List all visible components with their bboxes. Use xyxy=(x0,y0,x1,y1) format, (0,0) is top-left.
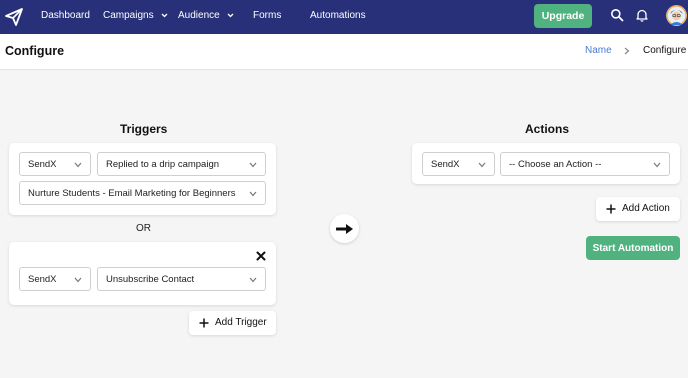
add-trigger-label: Add Trigger xyxy=(215,317,267,328)
nav-forms-label: Forms xyxy=(253,10,282,21)
trigger-app-select[interactable]: SendX xyxy=(19,267,91,291)
top-navbar: Dashboard Campaigns Audience Forms Autom… xyxy=(0,0,688,34)
paper-plane-logo-icon[interactable] xyxy=(4,7,24,27)
start-automation-button[interactable]: Start Automation xyxy=(586,236,680,260)
breadcrumb-name-link[interactable]: Name xyxy=(585,45,612,56)
plus-icon xyxy=(606,204,616,214)
trigger-campaign-value: Nurture Students - Email Marketing for B… xyxy=(28,188,236,199)
action-card: SendX -- Choose an Action -- xyxy=(412,143,680,184)
trigger-card-2: SendX Unsubscribe Contact xyxy=(9,242,276,305)
chevron-down-icon xyxy=(74,162,82,168)
avatar-icon xyxy=(666,5,687,26)
trigger-app-value: SendX xyxy=(28,274,57,285)
actions-title: Actions xyxy=(525,122,570,136)
action-app-select[interactable]: SendX xyxy=(422,152,495,176)
plus-icon xyxy=(199,318,209,328)
nav-dashboard-label: Dashboard xyxy=(41,10,90,21)
add-trigger-button[interactable]: Add Trigger xyxy=(189,311,276,335)
nav-dashboard[interactable]: Dashboard xyxy=(41,10,90,21)
chevron-down-icon xyxy=(249,277,257,283)
page-title: Configure xyxy=(5,44,65,58)
chevron-down-icon xyxy=(478,162,486,168)
trigger-event-select[interactable]: Unsubscribe Contact xyxy=(97,267,266,291)
arrow-right-icon xyxy=(335,223,353,234)
remove-trigger-close-icon[interactable] xyxy=(256,251,266,261)
add-action-label: Add Action xyxy=(622,203,670,214)
chevron-down-icon xyxy=(653,162,661,168)
user-avatar[interactable] xyxy=(666,5,687,26)
trigger-app-value: SendX xyxy=(28,159,57,170)
page-header: Configure Name Configure xyxy=(0,34,688,70)
action-value: -- Choose an Action -- xyxy=(509,159,602,170)
action-app-value: SendX xyxy=(431,159,460,170)
trigger-app-select[interactable]: SendX xyxy=(19,152,91,176)
trigger-card-1: SendX Replied to a drip campaign Nurture… xyxy=(9,143,276,215)
nav-audience[interactable]: Audience xyxy=(178,10,234,21)
search-icon[interactable] xyxy=(610,8,624,22)
triggers-title: Triggers xyxy=(120,122,168,136)
trigger-campaign-select[interactable]: Nurture Students - Email Marketing for B… xyxy=(19,181,266,205)
chevron-down-icon xyxy=(249,191,257,197)
trigger-event-select[interactable]: Replied to a drip campaign xyxy=(97,152,266,176)
nav-campaigns[interactable]: Campaigns xyxy=(103,10,168,21)
nav-audience-label: Audience xyxy=(178,10,220,21)
nav-automations-label: Automations xyxy=(310,10,366,21)
or-separator: OR xyxy=(136,223,151,234)
flow-arrow xyxy=(330,214,359,243)
nav-campaigns-label: Campaigns xyxy=(103,10,154,21)
chevron-down-icon xyxy=(249,162,257,168)
chevron-right-icon xyxy=(624,47,630,55)
nav-automations[interactable]: Automations xyxy=(310,10,366,21)
chevron-down-icon xyxy=(74,277,82,283)
chevron-down-icon xyxy=(228,13,234,18)
trigger-event-value: Replied to a drip campaign xyxy=(106,159,220,170)
nav-forms[interactable]: Forms xyxy=(253,10,281,21)
action-select[interactable]: -- Choose an Action -- xyxy=(500,152,670,176)
upgrade-button[interactable]: Upgrade xyxy=(534,4,592,28)
bell-icon[interactable] xyxy=(635,8,649,22)
chevron-down-icon xyxy=(161,13,168,18)
add-action-button[interactable]: Add Action xyxy=(596,197,680,221)
trigger-event-value: Unsubscribe Contact xyxy=(106,274,195,285)
breadcrumb-current: Configure xyxy=(643,45,687,56)
